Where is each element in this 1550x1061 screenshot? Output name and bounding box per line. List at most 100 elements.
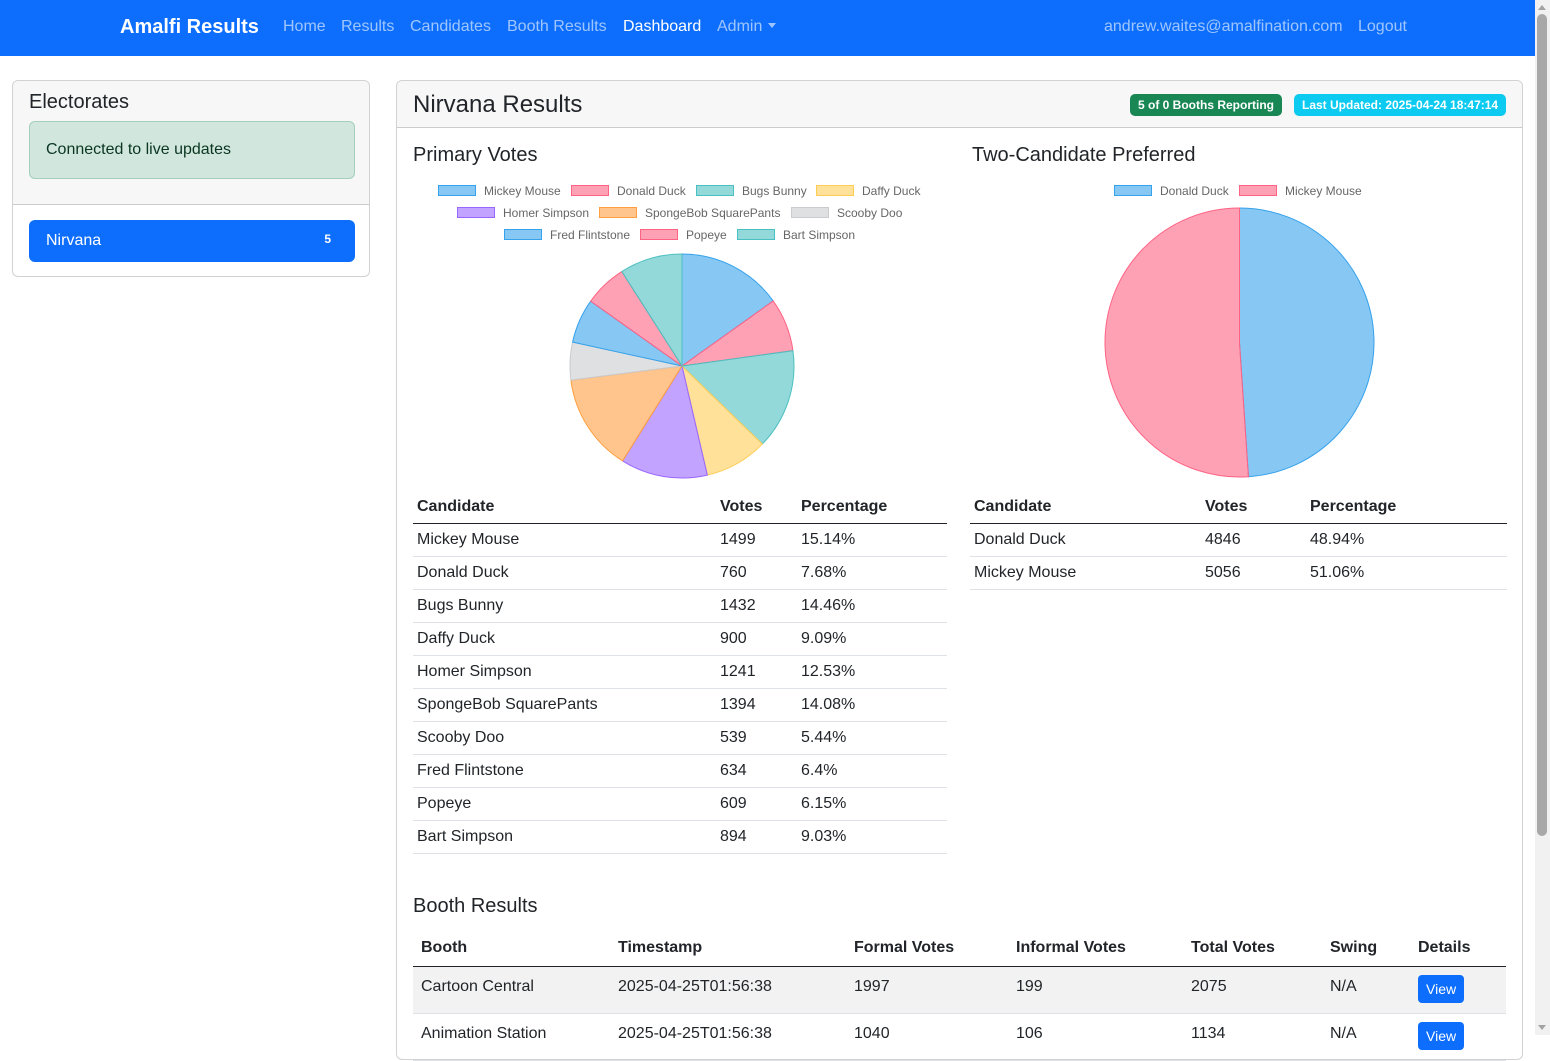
table-row: Daffy Duck 900 9.09% — [413, 622, 947, 656]
table-cell: 5056 — [1201, 556, 1306, 590]
table-row: Cartoon Central 2025-04-25T01:56:38 1997 19… — [413, 966, 1506, 1014]
table-row: Scooby Doo 539 5.44% — [413, 721, 947, 755]
table-cell: 1997 — [846, 966, 1008, 1014]
table-cell: Donald Duck — [413, 556, 716, 590]
booth-results-title: Booth Results — [413, 895, 538, 917]
legend-swatch — [1114, 185, 1152, 196]
scrollbar-thumb[interactable] — [1537, 14, 1547, 836]
legend-swatch — [571, 185, 609, 196]
table-row: Donald Duck 760 7.68% — [413, 556, 947, 590]
legend-label: Bugs Bunny — [742, 184, 807, 198]
table-cell: 2025-04-25T01:56:38 — [610, 1013, 846, 1061]
last-updated-badge: Last Updated: 2025-04-24 18:47:14 — [1294, 94, 1507, 116]
table-row: Animation Station 2025-04-25T01:56:38 1040… — [413, 1013, 1506, 1061]
column-header: Candidate — [413, 490, 716, 524]
column-header: Details — [1410, 929, 1506, 967]
table-cell: 9.09% — [797, 622, 947, 656]
scrollbar[interactable] — [1535, 0, 1550, 1035]
legend-label: SpongeBob SquarePants — [645, 206, 781, 220]
legend-swatch — [640, 229, 678, 240]
nav-results[interactable]: Results — [341, 18, 394, 36]
table-cell: 6.4% — [797, 754, 947, 788]
legend-label: Donald Duck — [1160, 184, 1229, 198]
primary-votes-pie-chart[interactable] — [567, 251, 797, 481]
scroll-up-arrow-icon[interactable] — [1538, 5, 1546, 10]
table-cell: Daffy Duck — [413, 622, 716, 656]
table-cell: 4846 — [1201, 523, 1306, 557]
legend-swatch — [438, 185, 476, 196]
table-cell: 900 — [716, 622, 797, 656]
legend-swatch — [737, 229, 775, 240]
table-header-row: Booth Timestamp Formal Votes Informal Vo… — [413, 929, 1506, 967]
electorate-booth-count-badge: 5 — [324, 232, 331, 246]
table-cell: Donald Duck — [970, 523, 1201, 557]
user-email[interactable]: andrew.waites@amalfination.com — [1104, 18, 1343, 36]
electorate-item-nirvana[interactable]: Nirvana 5 — [29, 220, 355, 262]
table-row: Mickey Mouse 1499 15.14% — [413, 523, 947, 557]
table-cell: 9.03% — [797, 820, 947, 854]
table-cell: 106 — [1008, 1013, 1183, 1061]
table-row: Bugs Bunny 1432 14.46% — [413, 589, 947, 623]
booth-results-table: Booth Timestamp Formal Votes Informal Vo… — [413, 929, 1506, 1061]
nav-candidates[interactable]: Candidates — [410, 18, 491, 36]
table-cell: 48.94% — [1306, 523, 1507, 557]
pie-slice-donald-duck[interactable] — [1239, 207, 1375, 478]
legend-label: Fred Flintstone — [550, 228, 631, 242]
table-row: Popeye 609 6.15% — [413, 787, 947, 821]
table-cell: View — [1410, 1013, 1506, 1061]
electorates-title: Electorates — [29, 91, 130, 113]
electorates-card-header: Electorates Connected to live updates — [13, 81, 369, 205]
legend-label: Donald Duck — [617, 184, 686, 198]
view-details-button[interactable]: View — [1418, 975, 1465, 1003]
nav-admin-label: Admin — [717, 18, 763, 35]
column-header: Informal Votes — [1008, 929, 1183, 967]
logout-link[interactable]: Logout — [1358, 18, 1407, 36]
scroll-down-arrow-icon[interactable] — [1538, 1025, 1546, 1030]
results-card-header: Nirvana Results 5 of 0 Booths Reporting … — [397, 81, 1522, 128]
table-cell: 609 — [716, 787, 797, 821]
table-cell: Mickey Mouse — [970, 556, 1201, 590]
legend-label: Homer Simpson — [503, 206, 590, 220]
nav-home[interactable]: Home — [283, 18, 326, 36]
primary-votes-title: Primary Votes — [413, 144, 538, 166]
table-cell: 894 — [716, 820, 797, 854]
column-header: Percentage — [797, 490, 947, 524]
legend-swatch — [816, 185, 854, 196]
column-header: Votes — [716, 490, 797, 524]
legend-label: Bart Simpson — [783, 228, 856, 242]
legend-label: Mickey Mouse — [484, 184, 561, 198]
nav-admin-dropdown[interactable]: Admin — [717, 18, 777, 36]
legend-label: Popeye — [686, 228, 727, 242]
table-cell: 1134 — [1183, 1013, 1322, 1061]
table-row: Homer Simpson 1241 12.53% — [413, 655, 947, 689]
column-header: Formal Votes — [846, 929, 1008, 967]
table-cell: 15.14% — [797, 523, 947, 557]
table-row: Mickey Mouse 5056 51.06% — [970, 556, 1507, 590]
table-cell: 760 — [716, 556, 797, 590]
tcp-table: Candidate Votes Percentage Donald Duck 48… — [970, 490, 1507, 590]
table-cell: View — [1410, 966, 1506, 1014]
tcp-pie-chart[interactable] — [1102, 205, 1377, 480]
table-cell: 12.53% — [797, 655, 947, 689]
page-title: Nirvana Results — [413, 91, 583, 118]
table-cell: Scooby Doo — [413, 721, 716, 755]
table-cell: 1241 — [716, 655, 797, 689]
view-details-button[interactable]: View — [1418, 1022, 1465, 1050]
table-cell: SpongeBob SquarePants — [413, 688, 716, 722]
electorate-label: Nirvana — [46, 232, 102, 249]
column-header: Swing — [1322, 929, 1410, 967]
column-header: Total Votes — [1183, 929, 1322, 967]
legend-swatch — [599, 207, 637, 218]
table-header-row: Candidate Votes Percentage — [970, 490, 1507, 524]
brand-logo[interactable]: Amalfi Results — [120, 16, 259, 39]
pie-slice-mickey-mouse[interactable] — [1104, 207, 1249, 478]
tcp-title: Two-Candidate Preferred — [972, 144, 1196, 166]
table-cell: 199 — [1008, 966, 1183, 1014]
nav-booth-results[interactable]: Booth Results — [507, 18, 607, 36]
table-cell: Homer Simpson — [413, 655, 716, 689]
table-cell: 5.44% — [797, 721, 947, 755]
nav-dashboard[interactable]: Dashboard — [623, 18, 701, 36]
table-cell: 6.15% — [797, 787, 947, 821]
table-cell: Cartoon Central — [413, 966, 610, 1014]
table-cell: 2025-04-25T01:56:38 — [610, 966, 846, 1014]
